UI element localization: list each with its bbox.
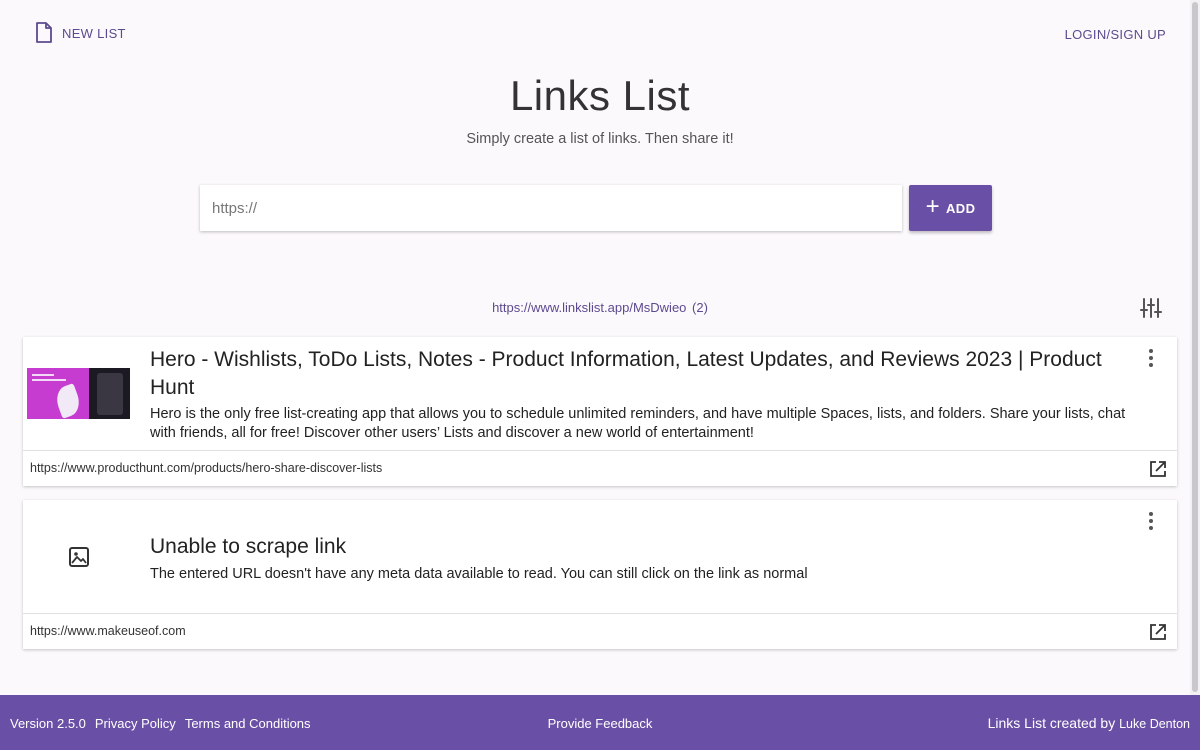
link-title: Hero - Wishlists, ToDo Lists, Notes - Pr… [150, 348, 1102, 399]
link-card-footer: https://www.producthunt.com/products/her… [23, 450, 1177, 486]
open-in-new-icon[interactable] [1148, 622, 1168, 642]
more-options-icon[interactable] [1141, 347, 1161, 369]
site-footer: Version 2.5.0 Privacy Policy Terms and C… [0, 695, 1200, 750]
credit-prefix: Links List created by [987, 715, 1116, 731]
more-options-icon[interactable] [1141, 510, 1161, 532]
top-bar: NEW LIST LOGIN/SIGN UP [0, 0, 1200, 68]
link-card: Unable to scrape link The entered URL do… [23, 500, 1177, 649]
open-in-new-icon[interactable] [1148, 459, 1168, 479]
link-card-footer: https://www.makeuseof.com [23, 613, 1177, 649]
link-url[interactable]: https://www.makeuseof.com [30, 624, 186, 638]
plus-icon: + [925, 193, 941, 220]
new-list-button[interactable]: NEW LIST [34, 22, 126, 44]
share-link[interactable]: https://www.linkslist.app/MsDwieo (2) [0, 300, 1200, 315]
link-description: The entered URL doesn't have any meta da… [150, 566, 808, 582]
add-button-label: ADD [946, 200, 976, 216]
link-card: Hero - Wishlists, ToDo Lists, Notes - Pr… [23, 337, 1177, 486]
image-placeholder-icon [69, 547, 89, 567]
url-input[interactable] [200, 185, 902, 231]
tune-settings-icon[interactable] [1139, 297, 1163, 319]
author-link[interactable]: Luke Denton [1119, 717, 1190, 731]
page-subtitle: Simply create a list of links. Then shar… [466, 131, 734, 147]
new-list-label: NEW LIST [62, 25, 126, 41]
login-signup-button[interactable]: LOGIN/SIGN UP [1065, 27, 1166, 42]
link-count: (2) [692, 300, 708, 315]
share-url: https://www.linkslist.app/MsDwieo [492, 300, 687, 315]
page-title: Links List [509, 72, 691, 119]
document-icon [36, 22, 52, 43]
link-title: Unable to scrape link [150, 535, 347, 558]
credit: Links List created by Luke Denton [988, 715, 1190, 731]
add-button[interactable]: + ADD [909, 185, 992, 231]
link-thumbnail[interactable] [27, 368, 130, 419]
link-description: Hero is the only free list-creating app … [150, 406, 1126, 441]
provide-feedback-link[interactable]: Provide Feedback [548, 716, 653, 731]
link-url[interactable]: https://www.producthunt.com/products/her… [30, 461, 382, 475]
